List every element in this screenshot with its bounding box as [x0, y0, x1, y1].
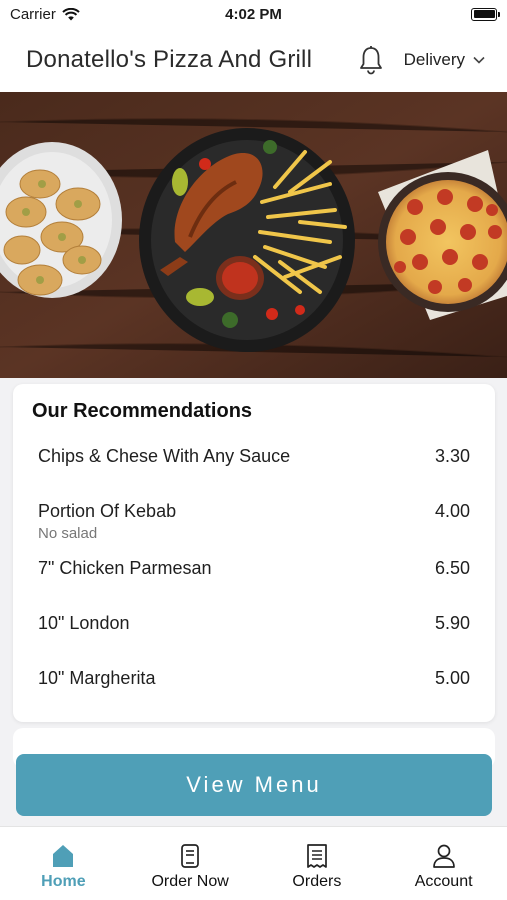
item-name: 7" Chicken Parmesan [38, 558, 212, 578]
recommendations-title: Our Recommendations [32, 400, 253, 422]
tab-label: Orders [292, 873, 342, 890]
delivery-mode-dropdown[interactable]: Delivery [404, 50, 485, 70]
item-name: Chips & Chese With Any Sauce [38, 446, 291, 466]
wifi-icon [62, 7, 80, 20]
recommendations-card: Our Recommendations Chips & Chese With A… [13, 384, 495, 722]
recommendation-item[interactable]: 10" London 5.90 [38, 613, 470, 634]
recommendation-item[interactable]: Portion Of Kebab No salad 4.00 [38, 501, 470, 542]
status-left: Carrier [10, 6, 80, 23]
tab-label: Home [41, 873, 86, 890]
item-name: Portion Of Kebab [38, 501, 177, 521]
tab-orders[interactable]: Orders [254, 827, 381, 900]
app-header: Donatello's Pizza And Grill Delivery [0, 28, 507, 92]
tab-account[interactable]: Account [380, 827, 507, 900]
order-now-icon [181, 844, 199, 868]
recommendation-item[interactable]: 7" Chicken Parmesan 6.50 [38, 558, 470, 579]
carrier-label: Carrier [10, 5, 56, 23]
hero-food-image [0, 92, 507, 378]
battery-icon [471, 7, 500, 21]
item-price: 6.50 [434, 558, 470, 578]
view-menu-button[interactable]: View Menu [16, 754, 492, 816]
tab-order-now[interactable]: Order Now [127, 827, 254, 900]
chicken-chips-plate [139, 128, 355, 352]
notification-bell-icon[interactable] [358, 45, 384, 75]
item-price: 3.30 [434, 446, 470, 466]
tab-label: Account [414, 873, 473, 890]
status-bar: Carrier 4:02 PM [0, 0, 507, 28]
restaurant-title: Donatello's Pizza And Grill [26, 46, 313, 73]
tab-home[interactable]: Home [0, 827, 127, 900]
recommendation-item[interactable]: Chips & Chese With Any Sauce 3.30 [38, 446, 470, 467]
item-name: 10" London [38, 613, 130, 633]
tab-label: Order Now [151, 873, 229, 890]
account-person-icon [432, 844, 455, 868]
item-price: 4.00 [434, 501, 470, 521]
status-time: 4:02 PM [225, 5, 282, 23]
item-price: 5.00 [434, 668, 470, 688]
recommendation-item[interactable]: 10" Margherita 5.00 [38, 668, 470, 689]
chevron-down-icon [473, 56, 485, 64]
orders-receipt-icon [307, 844, 327, 868]
home-icon [53, 845, 74, 867]
bottom-tab-bar: Home Order Now Orders Account [0, 826, 507, 900]
item-name: 10" Margherita [38, 668, 156, 688]
delivery-mode-label: Delivery [403, 50, 465, 69]
item-price: 5.90 [434, 613, 470, 633]
item-note: No salad [38, 525, 98, 542]
